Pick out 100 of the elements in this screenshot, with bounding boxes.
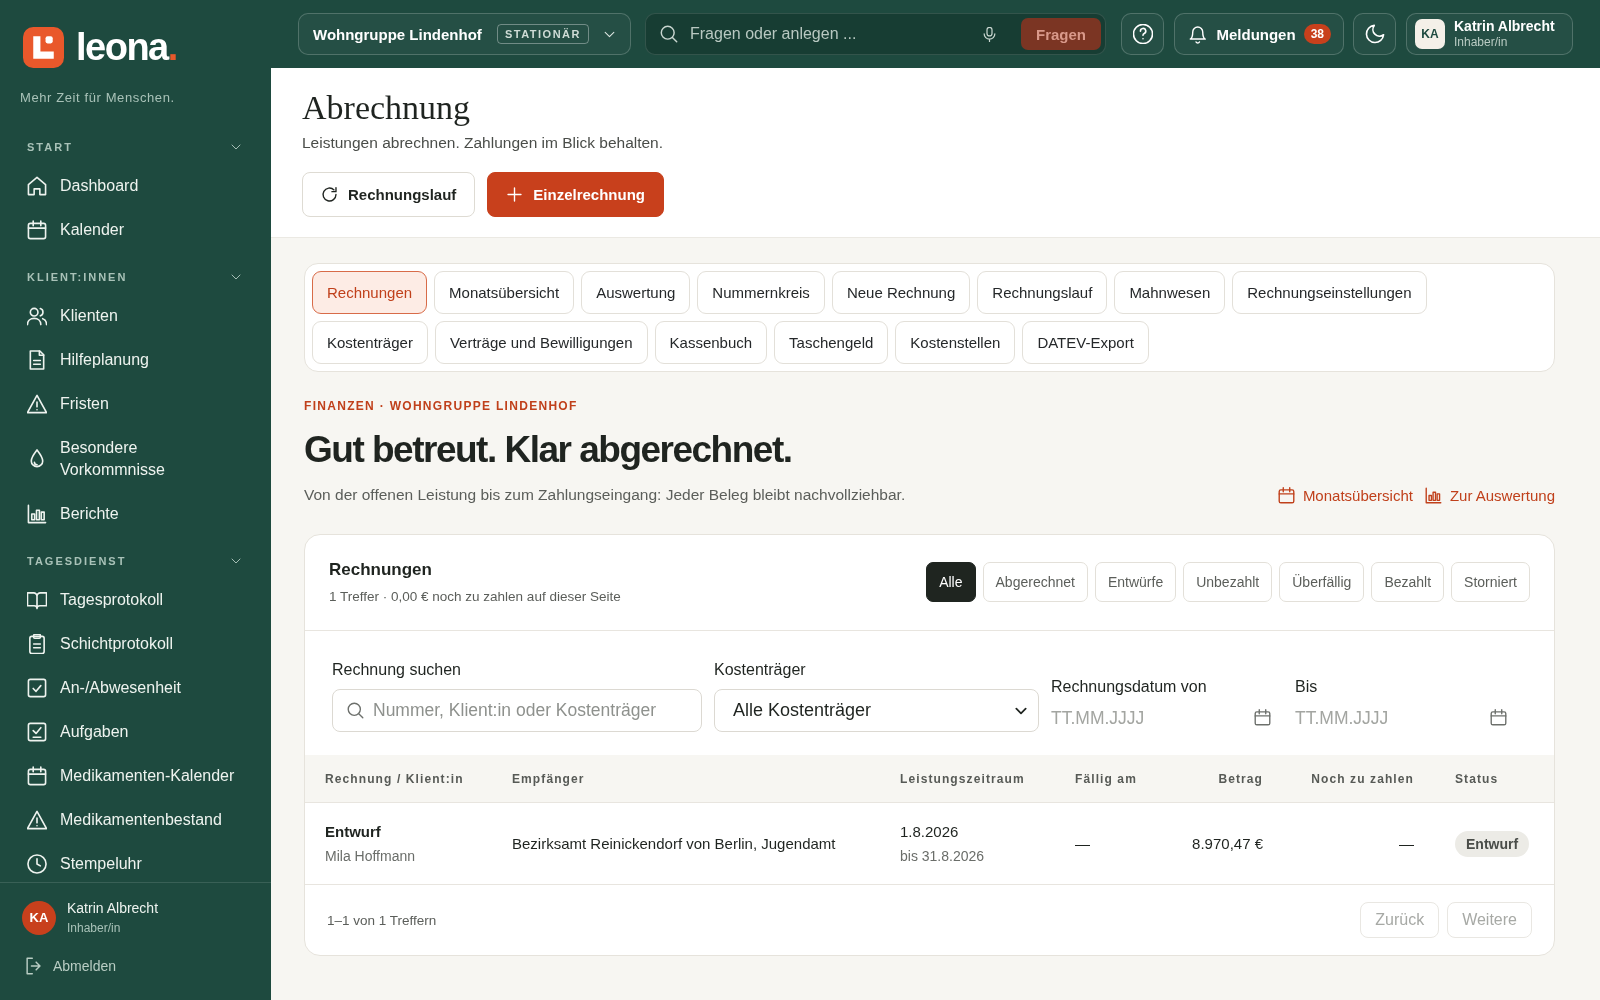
tab[interactable]: Kassenbuch	[654, 321, 768, 364]
period-start: 1.8.2026	[900, 821, 959, 842]
invoice-title: Entwurf	[325, 821, 381, 842]
calendar-icon	[1490, 709, 1507, 726]
moon-icon	[1364, 24, 1385, 44]
nav-item[interactable]: Berichte	[0, 492, 271, 536]
plus-icon	[506, 186, 524, 203]
table-cell-text: —	[1399, 833, 1414, 854]
field-label: Rechnung suchen	[332, 660, 461, 680]
field-label: Bis	[1295, 677, 1318, 697]
tab[interactable]: Neue Rechnung	[831, 271, 971, 314]
column-header: Betrag	[1218, 771, 1263, 786]
user-role: Inhaber/in	[67, 920, 121, 936]
section-heading: Gut betreut. Klar abgerechnet.	[304, 428, 792, 472]
filter-chip[interactable]: Alle	[926, 562, 976, 602]
logo-wordmark: leona.	[76, 27, 177, 68]
warning-icon	[27, 394, 47, 414]
search-field[interactable]: Nummer, Klient:in oder Kostenträger	[332, 689, 702, 732]
shortcut-link[interactable]: Monatsübersicht	[1277, 486, 1413, 504]
avatar: KA	[1415, 19, 1445, 49]
tab[interactable]: Verträge und Bewilligungen	[434, 321, 648, 364]
nav-item[interactable]: Besondere Vorkommnisse	[0, 426, 271, 492]
logo-icon	[23, 27, 64, 68]
help-icon	[1132, 24, 1153, 44]
nav-item[interactable]: Dashboard	[0, 164, 271, 208]
filter-chip[interactable]: Storniert	[1451, 562, 1530, 602]
clipboard-icon	[27, 634, 47, 654]
tab[interactable]: Taschengeld	[774, 321, 889, 364]
filter-chip[interactable]: Entwürfe	[1094, 562, 1177, 602]
field-label: Kostenträger	[714, 660, 806, 680]
tab[interactable]: Kostenstellen	[895, 321, 1016, 364]
nav-item[interactable]: Medikamentenbestand	[0, 798, 271, 842]
facility-selector[interactable]: Wohngruppe Lindenhof STATIONÄR	[298, 13, 631, 55]
period-end: bis 31.8.2026	[900, 846, 985, 866]
filter-chip[interactable]: Bezahlt	[1371, 562, 1445, 602]
filter-chip[interactable]: Überfällig	[1279, 562, 1365, 602]
card-summary: 1 Treffer · 0,00 € noch zu zahlen auf dieser Seite	[329, 588, 621, 606]
tab[interactable]: Monatsübersicht	[434, 271, 575, 314]
calendar-icon	[1254, 709, 1271, 726]
tab[interactable]: DATEV-Export	[1022, 321, 1149, 364]
logout-link[interactable]: Abmelden	[25, 955, 117, 977]
document-icon	[27, 350, 47, 370]
section-toggle[interactable]: TAGESDIENST	[0, 547, 271, 575]
table-cell-text: —	[1075, 833, 1090, 854]
home-icon	[27, 176, 47, 196]
tab[interactable]: Auswertung	[581, 271, 691, 314]
shortcut-link[interactable]: Zur Auswertung	[1424, 486, 1555, 504]
section-toggle[interactable]: START	[0, 133, 271, 161]
nav-item[interactable]: An-/Abwesenheit	[0, 666, 271, 710]
date-field[interactable]: TT.MM.JJJJ	[1295, 704, 1511, 732]
tab[interactable]: Rechnungen	[312, 271, 428, 314]
nav-item[interactable]: Stempeluhr	[0, 842, 271, 882]
nav-item[interactable]: Fristen	[0, 382, 271, 426]
bar-chart-icon	[1424, 486, 1442, 504]
clock-icon	[27, 854, 47, 874]
page-title: Abrechnung	[302, 88, 471, 128]
warning-icon	[27, 810, 47, 830]
refresh-icon	[321, 186, 338, 203]
bell-icon	[1189, 24, 1207, 44]
calendar-icon	[27, 220, 47, 240]
search-icon	[660, 25, 678, 43]
section-toggle[interactable]: KLIENT:INNEN	[0, 263, 271, 291]
column-header: Noch zu zahlen	[1311, 771, 1414, 786]
tab[interactable]: Mahnwesen	[1114, 271, 1226, 314]
user-name: Katrin Albrecht	[67, 899, 159, 917]
dark-mode-button[interactable]	[1353, 13, 1396, 55]
invoice-run-button[interactable]: Rechnungslauf	[302, 172, 476, 217]
nav-item[interactable]: Klienten	[0, 294, 271, 338]
count-badge: 38	[1303, 24, 1331, 44]
pagination-range: 1–1 von 1 Treffern	[327, 912, 437, 928]
type-badge: STATIONÄR	[496, 24, 589, 44]
table-cell-text: 8.970,47 €	[1192, 833, 1263, 854]
calendar-icon	[1277, 486, 1295, 504]
card-title: Rechnungen	[329, 559, 432, 581]
column-header: Empfänger	[512, 771, 585, 786]
nav-item[interactable]: Aufgaben	[0, 710, 271, 754]
tab[interactable]: Kostenträger	[312, 321, 428, 364]
search-icon	[347, 702, 364, 719]
create-invoice-button[interactable]: Einzelrechnung	[487, 172, 665, 217]
user-menu-button[interactable]: KA Katrin Albrecht Inhaber/in	[1406, 13, 1573, 55]
help-button[interactable]	[1121, 13, 1164, 55]
column-header: Status	[1455, 771, 1499, 786]
nav-item[interactable]: Hilfeplanung	[0, 338, 271, 382]
microphone-icon	[982, 26, 997, 42]
tab[interactable]: Rechnungslauf	[977, 271, 1108, 314]
task-list-icon	[27, 722, 47, 742]
nav-item[interactable]: Medikamenten-Kalender	[0, 754, 271, 798]
nav-item[interactable]: Tagesprotokoll	[0, 578, 271, 622]
payer-select[interactable]: Alle Kostenträger	[714, 689, 1039, 732]
nav-item[interactable]: Schichtprotokoll	[0, 622, 271, 666]
filter-chip[interactable]: Unbezahlt	[1183, 562, 1273, 602]
nav-item[interactable]: Kalender	[0, 208, 271, 252]
tab[interactable]: Rechnungseinstellungen	[1232, 271, 1427, 314]
tab[interactable]: Nummernkreis	[697, 271, 825, 314]
notifications-button[interactable]: Meldungen 38	[1174, 13, 1344, 55]
date-field[interactable]: TT.MM.JJJJ	[1051, 704, 1275, 732]
check-square-icon	[27, 678, 47, 698]
tagline: Mehr Zeit für Menschen.	[20, 89, 175, 107]
filter-chip[interactable]: Abgerechnet	[982, 562, 1088, 602]
column-header: Leistungszeitraum	[900, 771, 1025, 786]
